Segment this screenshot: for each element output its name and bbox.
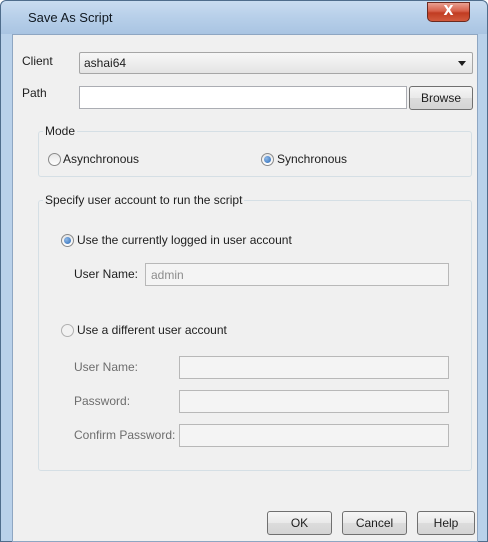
asynchronous-label[interactable]: Asynchronous <box>63 152 139 166</box>
client-select-value: ashai64 <box>84 56 127 70</box>
dialog-title: Save As Script <box>28 10 113 25</box>
asynchronous-radio[interactable] <box>48 153 61 166</box>
current-user-label[interactable]: Use the currently logged in user account <box>77 233 292 247</box>
synchronous-label[interactable]: Synchronous <box>277 152 347 166</box>
user-account-group-title: Specify user account to run the script <box>43 193 245 207</box>
confirm-password-field[interactable] <box>179 424 449 447</box>
different-user-radio[interactable] <box>61 324 74 337</box>
close-button[interactable]: X <box>427 2 470 22</box>
current-username-field[interactable]: admin <box>145 263 449 286</box>
ok-button[interactable]: OK <box>267 511 332 535</box>
help-button[interactable]: Help <box>417 511 475 535</box>
password-field[interactable] <box>179 390 449 413</box>
synchronous-radio[interactable] <box>261 153 274 166</box>
dialog-body: Client ashai64 Path Browse Mode Asynchro… <box>12 34 478 542</box>
client-select[interactable]: ashai64 <box>79 52 473 74</box>
different-username-field[interactable] <box>179 356 449 379</box>
chevron-down-icon <box>458 61 466 66</box>
client-label: Client <box>22 54 53 68</box>
password-label: Password: <box>74 394 131 408</box>
current-username-value: admin <box>151 268 184 282</box>
close-icon: X <box>443 4 454 19</box>
save-as-script-dialog: Save As Script X Client ashai64 Path Bro… <box>0 0 488 542</box>
path-label: Path <box>22 86 47 100</box>
browse-button[interactable]: Browse <box>409 86 473 110</box>
different-username-label: User Name: <box>74 360 139 374</box>
cancel-button[interactable]: Cancel <box>342 511 407 535</box>
path-input[interactable] <box>79 86 407 109</box>
current-username-label: User Name: <box>74 267 139 281</box>
confirm-password-label: Confirm Password: <box>74 428 176 442</box>
mode-group-title: Mode <box>43 124 78 138</box>
current-user-radio[interactable] <box>61 234 74 247</box>
different-user-label[interactable]: Use a different user account <box>77 323 227 337</box>
title-bar[interactable]: Save As Script X <box>1 1 487 34</box>
